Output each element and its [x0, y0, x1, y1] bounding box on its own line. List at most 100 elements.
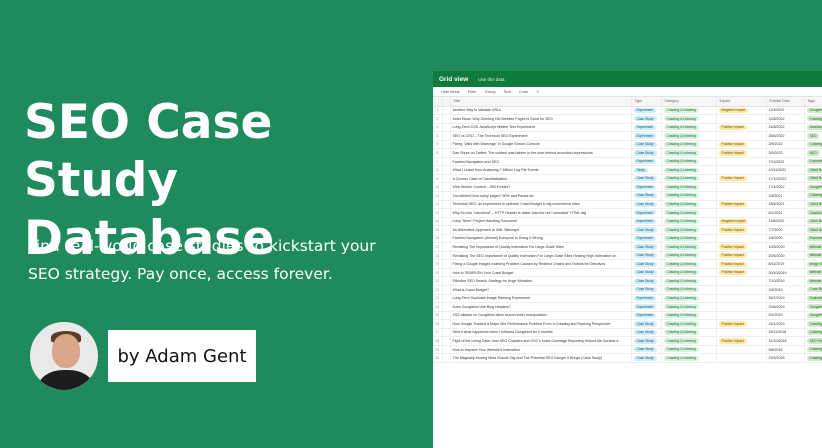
cell-type[interactable]: Experiment [631, 123, 662, 133]
cell-title[interactable]: Another Way to Validate URLs [450, 106, 632, 116]
cell-type[interactable]: Case Study [631, 200, 662, 210]
table-row[interactable]: 7 Faceted Navigation and SEO Experiment Cra… [433, 157, 822, 167]
cell-category[interactable]: Crawling & Indexing [661, 336, 717, 346]
table-row[interactable]: 9 A Curious Case of Cannibalization Case S… [433, 174, 822, 184]
cell-title[interactable]: Long-Term CSS JavaScript Hidden Test Exp… [450, 123, 632, 133]
cell-impact[interactable]: Negative Impact [716, 217, 767, 227]
cell-tags[interactable]: Duplication [804, 294, 822, 304]
table-row[interactable]: 10 Web Worker Content – Will it Index? Exp… [433, 182, 822, 192]
cell-tags[interactable]: Website [804, 276, 822, 286]
cell-tags[interactable]: SEO Reporting [804, 336, 822, 346]
cell-impact[interactable]: Negative Impact [716, 106, 767, 116]
cell-impact[interactable] [716, 208, 767, 218]
cell-tags[interactable]: Crawling [804, 191, 822, 201]
cell-category[interactable]: Crawling & Indexing [661, 276, 717, 286]
cell-publish-date[interactable]: 24/8/2022 [766, 123, 805, 133]
cell-tags[interactable]: Website [804, 268, 822, 278]
cell-category[interactable]: Crawling & Indexing [661, 294, 717, 304]
row-select-cell[interactable] [442, 165, 451, 175]
table-row[interactable]: 29 How to Improve Your Website's Indexati… [433, 345, 822, 355]
cell-category[interactable]: Crawling & Indexing [661, 311, 717, 321]
cell-impact[interactable] [716, 182, 767, 192]
cell-category[interactable]: Crawling & Indexing [661, 345, 717, 355]
cell-category[interactable]: Crawling & Indexing [661, 208, 717, 218]
cell-type[interactable]: Case Study [631, 276, 662, 286]
cell-tags[interactable]: Crawling [804, 345, 822, 355]
cell-title[interactable]: Revisiting The SEO Importance of Quality… [450, 251, 632, 261]
row-select-cell[interactable] [442, 285, 451, 295]
cell-impact[interactable] [716, 353, 767, 363]
cell-tags[interactable]: Client Budget [804, 225, 822, 235]
table-row[interactable]: 2 Index Bloat: Why Deleting Old Website P… [433, 114, 822, 124]
table-row[interactable]: 3 Long-Term CSS JavaScript Hidden Test Ex… [433, 123, 822, 133]
cell-title[interactable]: Long "Seen" Project Handling Sourceset [450, 217, 632, 227]
cell-title[interactable]: How Google Tracked a Major Site Performa… [450, 319, 632, 329]
cell-title[interactable]: What is Crawl Budget? [450, 285, 632, 295]
cell-tags[interactable]: Website [804, 251, 822, 261]
cell-title[interactable]: Fight of the Living Data: How SEO Crawle… [450, 336, 632, 346]
view-title[interactable]: Grid view [439, 76, 468, 83]
cell-type[interactable]: Experiment [631, 131, 662, 141]
cell-impact[interactable]: Positive Impact [716, 148, 767, 158]
cell-publish-date[interactable]: 24/1/2019 [766, 319, 805, 329]
row-select-cell[interactable] [442, 319, 451, 329]
table-row[interactable]: 12 Technical SEO: an experiment to optimi… [433, 200, 822, 210]
sort-button[interactable]: Sort [504, 89, 511, 94]
cell-impact[interactable] [716, 294, 767, 304]
cell-category[interactable]: Crawling & Indexing [661, 319, 717, 329]
row-select-cell[interactable] [442, 336, 451, 346]
row-select-cell[interactable] [442, 140, 451, 150]
table-row[interactable]: 27 Here's what happened when I followed G… [433, 328, 822, 338]
cell-impact[interactable] [716, 285, 767, 295]
cell-tags[interactable]: Client Budget [804, 217, 822, 227]
cell-category[interactable]: Crawling & Indexing [661, 234, 717, 244]
cell-category[interactable]: Crawling & Indexing [661, 191, 717, 201]
cell-title[interactable]: Long-Term Duplicate Image Ranking Experi… [450, 294, 632, 304]
cell-publish-date[interactable]: 5/4/2019 [766, 311, 805, 321]
cell-type[interactable]: Study [631, 165, 662, 175]
cell-impact[interactable]: Positive Impact [716, 123, 767, 133]
cell-impact[interactable] [716, 328, 767, 338]
cell-title[interactable]: An Alternative Approach to XML Sitemaps [450, 225, 632, 235]
cell-impact[interactable] [716, 114, 767, 124]
select-all-header[interactable] [442, 97, 451, 107]
table-row[interactable]: 26 How Google Tracked a Major Site Perfor… [433, 319, 822, 329]
cell-publish-date[interactable]: 9/8/2018 [766, 345, 805, 355]
cell-tags[interactable]: Crawling [804, 319, 822, 329]
table-row[interactable]: 4 SEO vs CRO – The Technical SEO Experime… [433, 131, 822, 141]
row-select-cell[interactable] [442, 328, 451, 338]
row-select-cell[interactable] [442, 302, 451, 312]
cell-publish-date[interactable]: 20/5/2020 [766, 251, 805, 261]
group-button[interactable]: Group [485, 89, 496, 94]
row-select-cell[interactable] [442, 200, 451, 210]
cell-title[interactable]: How to Improve Your Website's Indexation [450, 345, 632, 355]
cell-title[interactable]: Does Googlebot Use Blog Headers? [450, 302, 632, 312]
table-row[interactable]: 5 Fixing "Valid with Warnings" in Google … [433, 140, 822, 150]
cell-type[interactable]: Case Study [631, 242, 662, 252]
row-select-cell[interactable] [442, 208, 451, 218]
table-row[interactable]: 28 Fight of the Living Data: How SEO Craw… [433, 336, 822, 346]
table-row[interactable]: 14 Long "Seen" Project Handling Sourceset… [433, 217, 822, 227]
cell-title[interactable]: Here's what happened when I followed Goo… [450, 328, 632, 338]
hide-fields-button[interactable]: Hide fields [441, 89, 460, 94]
table-row[interactable]: 6 Dan Shure on Twitter: The content was h… [433, 148, 822, 158]
cell-tags[interactable]: Googlebot [804, 302, 822, 312]
cell-impact[interactable] [716, 131, 767, 141]
cell-tags[interactable]: Website [804, 242, 822, 252]
cell-category[interactable]: Crawling & Indexing [661, 353, 717, 363]
cell-category[interactable]: Crawling & Indexing [661, 242, 717, 252]
cell-impact[interactable] [716, 234, 767, 244]
table-row[interactable]: 22 What is Crawl Budget? Case Study Crawlin… [433, 285, 822, 295]
cell-tags[interactable]: JavaScript [804, 123, 822, 133]
cell-type[interactable]: Case Study [631, 259, 662, 269]
cell-impact[interactable]: Positive Impact [716, 251, 767, 261]
cell-type[interactable]: Case Study [631, 174, 662, 184]
row-select-cell[interactable] [442, 157, 451, 167]
cell-category[interactable]: Crawling & Indexing [661, 114, 717, 124]
cell-type[interactable]: Experiment [631, 182, 662, 192]
cell-type[interactable]: Case Study [631, 191, 662, 201]
column-header-type[interactable]: Type [631, 97, 662, 107]
cell-type[interactable]: Experiment [631, 311, 662, 321]
cell-tags[interactable]: Googlebot [804, 106, 822, 116]
cell-impact[interactable]: Positive Impact [716, 336, 767, 346]
